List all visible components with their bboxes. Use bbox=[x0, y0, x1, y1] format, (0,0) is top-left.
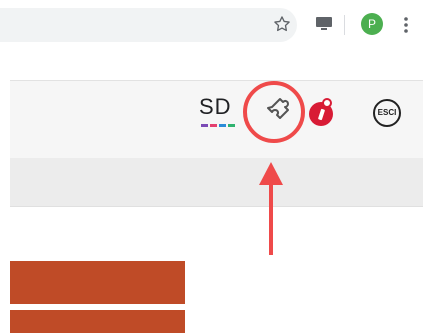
cast-icon[interactable] bbox=[316, 17, 332, 31]
sd-extension-label: SD bbox=[199, 94, 232, 119]
puzzle-piece-icon[interactable] bbox=[258, 89, 302, 133]
profile-avatar[interactable]: P bbox=[361, 13, 383, 35]
info-i-icon[interactable] bbox=[308, 95, 336, 127]
sd-color-lines bbox=[201, 124, 235, 127]
esci-extension-button[interactable]: ESCI bbox=[373, 99, 401, 127]
secondary-toolbar bbox=[10, 158, 423, 207]
star-icon[interactable] bbox=[272, 14, 292, 34]
address-bar[interactable] bbox=[0, 8, 297, 42]
toolbar-separator bbox=[344, 15, 345, 35]
content-bar-1 bbox=[10, 261, 185, 304]
extensions-toolbar: SD ESCI bbox=[10, 80, 423, 159]
content-bar-2 bbox=[10, 310, 185, 333]
sd-extension-button[interactable]: SD bbox=[199, 94, 239, 130]
vertical-dots-icon[interactable] bbox=[402, 15, 410, 35]
